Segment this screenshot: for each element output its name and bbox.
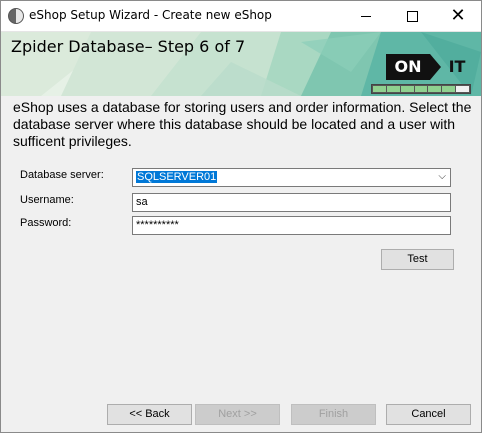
database-server-value: SQLSERVER01 <box>136 171 218 183</box>
logo-on-text: ON <box>386 54 430 80</box>
progress-segment <box>456 86 470 92</box>
minimize-icon <box>361 16 371 17</box>
progress-segment <box>428 86 442 92</box>
database-server-combobox[interactable]: SQLSERVER01 ⌵ <box>132 168 451 187</box>
header-banner: Zpider Database– Step 6 of 7 ON IT <box>1 32 481 96</box>
progress-segment <box>414 86 428 92</box>
intro-text: eShop uses a database for storing users … <box>13 99 472 149</box>
maximize-icon <box>407 11 418 22</box>
username-label: Username: <box>20 194 74 206</box>
chevron-down-icon[interactable]: ⌵ <box>438 171 446 182</box>
onit-logo: ON IT <box>384 54 470 80</box>
step-progress-bar <box>371 84 471 94</box>
setup-wizard-window: eShop Setup Wizard - Create new eShop ✕ … <box>0 0 482 433</box>
test-button[interactable]: Test <box>381 249 454 270</box>
username-value: sa <box>136 196 148 208</box>
next-button[interactable]: Next >> <box>195 404 280 425</box>
password-label: Password: <box>20 217 72 229</box>
finish-button[interactable]: Finish <box>291 404 376 425</box>
progress-segment <box>442 86 456 92</box>
username-field[interactable]: sa <box>132 193 451 212</box>
password-value: ********** <box>136 219 179 231</box>
close-button[interactable]: ✕ <box>435 1 481 31</box>
database-server-label: Database server: <box>20 169 104 181</box>
progress-segment <box>386 86 400 92</box>
progress-segment <box>400 86 414 92</box>
password-field[interactable]: ********** <box>132 216 451 235</box>
window-title: eShop Setup Wizard - Create new eShop <box>29 8 272 22</box>
logo-it-text: IT <box>448 57 466 76</box>
logo-arrow-shape <box>430 54 441 80</box>
progress-segment <box>373 86 386 92</box>
cancel-button[interactable]: Cancel <box>386 404 471 425</box>
step-title: Zpider Database– Step 6 of 7 <box>11 37 246 56</box>
maximize-button[interactable] <box>389 1 435 31</box>
title-bar: eShop Setup Wizard - Create new eShop ✕ <box>1 1 481 32</box>
close-icon: ✕ <box>450 5 466 26</box>
minimize-button[interactable] <box>343 1 389 31</box>
app-icon <box>8 8 24 24</box>
back-button[interactable]: << Back <box>107 404 192 425</box>
